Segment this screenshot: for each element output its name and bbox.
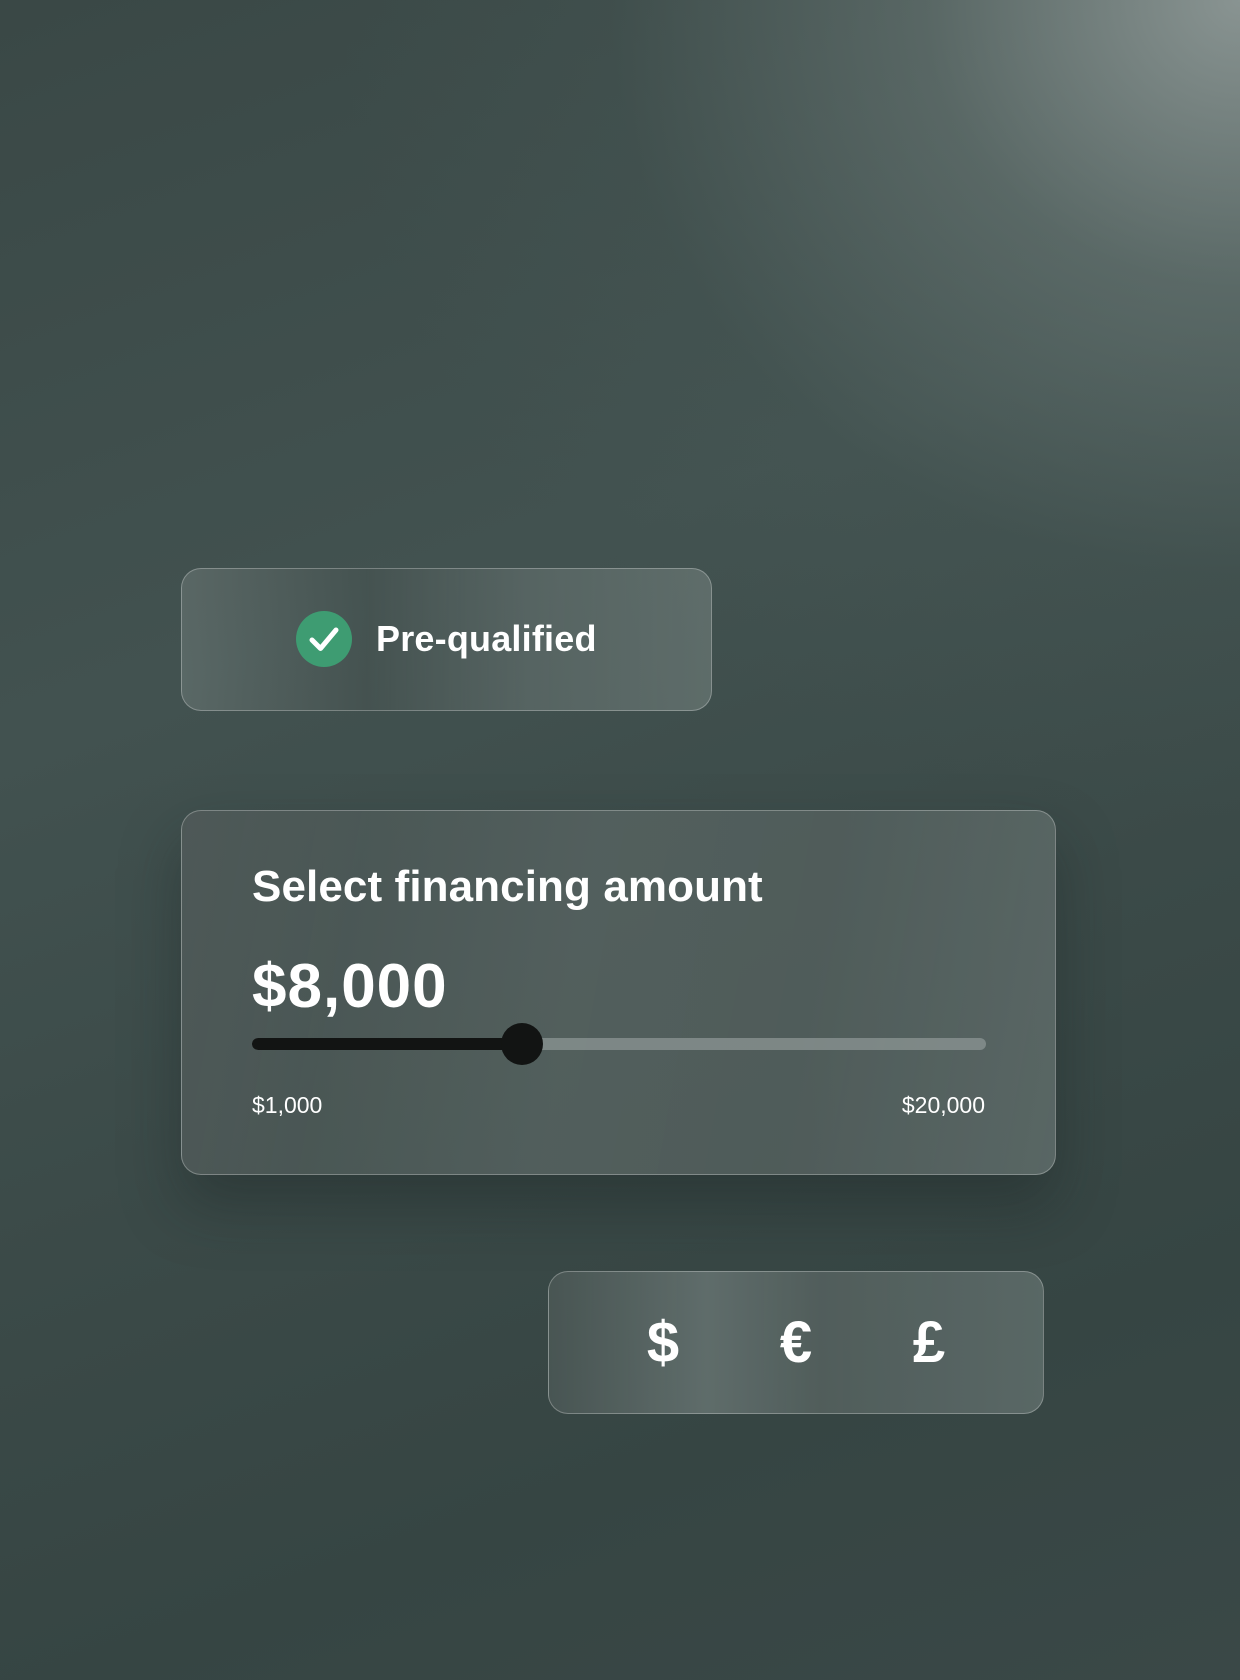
prequalified-label: Pre-qualified: [376, 618, 597, 659]
currency-eur-button[interactable]: €: [766, 1308, 826, 1378]
financing-title: Select financing amount: [252, 862, 763, 911]
slider-thumb[interactable]: [501, 1023, 543, 1065]
prequalified-badge: Pre-qualified: [181, 568, 712, 711]
slider-max-label: $20,000: [901, 1092, 985, 1118]
financing-amount-card: Select financing amount $8,000 $1,000 $2…: [181, 810, 1056, 1175]
check-circle-icon: [296, 611, 352, 667]
financing-amount-value: $8,000: [252, 952, 448, 1021]
slider-min-label: $1,000: [252, 1092, 323, 1118]
slider-fill: [252, 1038, 522, 1050]
currency-selector: $ € £: [548, 1271, 1044, 1414]
currency-gbp-button[interactable]: £: [899, 1308, 959, 1378]
currency-usd-button[interactable]: $: [633, 1308, 693, 1378]
financing-amount-slider[interactable]: [252, 1023, 986, 1065]
